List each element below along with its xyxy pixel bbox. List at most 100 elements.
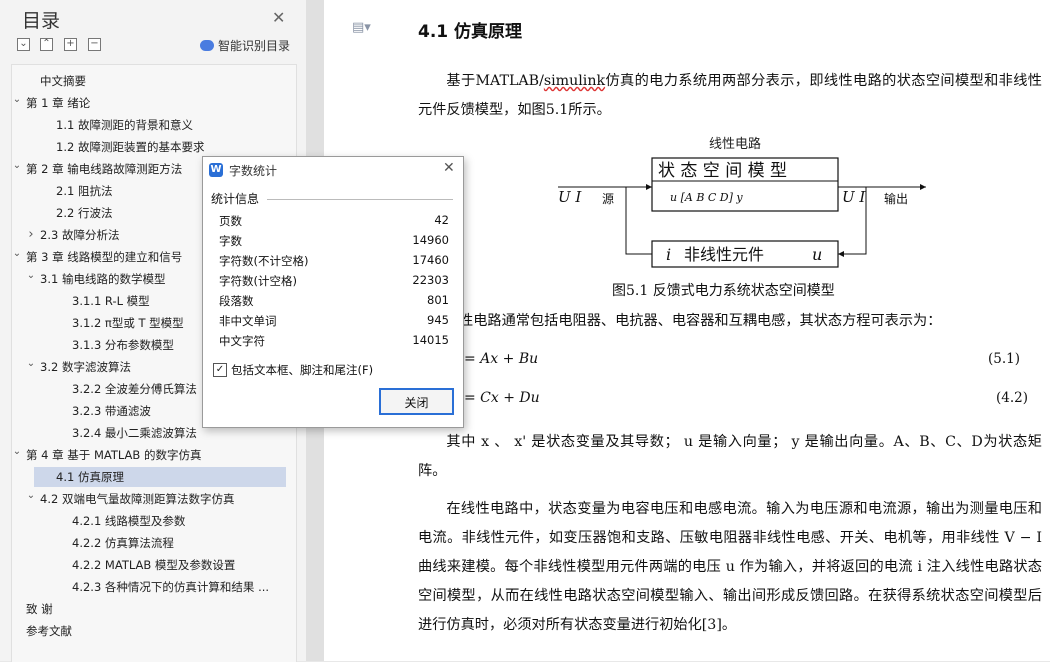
toc-item-label: 4.2.3 各种情况下的仿真计算和结果 ... (72, 580, 270, 594)
chevron-right-icon[interactable]: › (24, 225, 38, 245)
toc-item-label: 4.1 仿真原理 (56, 470, 124, 484)
diagram-input-label: U I (558, 188, 582, 206)
stat-label: 页数 (219, 214, 242, 228)
paragraph-1: 基于MATLAB/simulink仿真的电力系统用两部分表示，即线性电路的状态空… (418, 73, 1042, 118)
toc-item-label: 2.1 阻抗法 (56, 184, 113, 198)
toc-title: 目录 (22, 10, 61, 32)
dialog-title: 字数统计 (229, 164, 278, 178)
include-textbox-label: 包括文本框、脚注和尾注(F) (231, 363, 374, 377)
stat-value: 17460 (412, 253, 449, 267)
equation-1: = Ax + Bu (464, 351, 539, 367)
stat-row: 字数 14960 (219, 233, 449, 253)
stat-row: 段落数 801 (219, 293, 449, 313)
toc-item-label: 3.1.2 π型或 T 型模型 (72, 316, 184, 330)
diagram-box-sub: u [A B C D] y (670, 191, 743, 204)
stat-label: 字数 (219, 234, 242, 248)
chevron-down-icon[interactable]: ⌄ (24, 354, 38, 374)
toc-item[interactable]: 参考文献 (12, 621, 294, 641)
toc-item-label: 3.2.2 全波差分傅氏算法 (72, 382, 197, 396)
diagram-box-title: 状 态 空 间 模 型 (658, 161, 787, 181)
equation-2: = Cx + Du (464, 390, 540, 406)
toc-item[interactable]: ⌄ 4.2 双端电气量故障测距算法数字仿真 (12, 489, 294, 509)
close-button[interactable]: 关闭 (379, 388, 454, 415)
toc-item-label: 4.2.1 线路模型及参数 (72, 514, 186, 528)
document-icon[interactable]: ▤▾ (352, 20, 371, 35)
include-textbox-checkbox[interactable]: ✓ (213, 363, 227, 377)
stat-row: 中文字符 14015 (219, 333, 449, 353)
toc-item-label: 参考文献 (26, 624, 72, 638)
toc-item[interactable]: 1.2 故障测距装置的基本要求 (12, 137, 294, 157)
toc-item-label: 3.1.3 分布参数模型 (72, 338, 174, 352)
toc-item-label: 第 2 章 输电线路故障测距方法 (26, 162, 183, 176)
stat-row: 非中文单词 945 (219, 313, 449, 333)
toc-item-label: 1.2 故障测距装置的基本要求 (56, 140, 205, 154)
section-heading: 4.1 仿真原理 (418, 22, 523, 42)
smart-toc-icon (200, 40, 214, 51)
stat-value: 945 (427, 313, 449, 327)
stats-section-label: 统计信息 (211, 192, 260, 206)
stat-label: 非中文单词 (219, 314, 277, 328)
toc-item-label: 3.2.3 带通滤波 (72, 404, 151, 418)
stat-label: 字符数(不计空格) (219, 254, 309, 268)
state-space-diagram: 线性电路 状 态 空 间 模 型 u [A B C D] y U I 源 U I… (558, 136, 926, 268)
stat-value: 801 (427, 293, 449, 307)
close-icon[interactable]: ✕ (272, 8, 285, 27)
toc-item-label: 3.1.1 R-L 模型 (72, 294, 150, 308)
chevron-down-icon[interactable]: ⌄ (10, 442, 24, 462)
stat-row: 字符数(计空格) 22303 (219, 273, 449, 293)
chevron-down-icon[interactable]: ⌄ (24, 266, 38, 286)
remove-icon[interactable]: − (88, 38, 101, 51)
stat-value: 14960 (412, 233, 449, 247)
toc-item[interactable]: 1.1 故障测距的背景和意义 (12, 115, 294, 135)
add-icon[interactable]: + (64, 38, 77, 51)
stat-value: 22303 (412, 273, 449, 287)
diagram-output-suffix: 输出 (884, 191, 908, 206)
diagram-input-suffix: 源 (602, 192, 614, 206)
toc-item-label: 2.3 故障分析法 (40, 228, 120, 242)
toc-item-label: 致 谢 (26, 602, 53, 616)
stat-label: 中文字符 (219, 334, 265, 348)
stat-row: 页数 42 (219, 213, 449, 233)
paragraph-4: 在线性电路中，状态变量为电容电压和电感电流。输入为电压源和电流源，输出为测量电压… (418, 501, 1042, 633)
dialog-close-icon[interactable]: ✕ (443, 160, 455, 176)
toc-item-label: 1.1 故障测距的背景和意义 (56, 118, 193, 132)
stat-value: 42 (434, 213, 449, 227)
toc-item-label: 3.1 输电线路的数学模型 (40, 272, 166, 286)
equation-1-number: (5.1) (988, 351, 1021, 367)
figure-caption: 图5.1 反馈式电力系统状态空间模型 (612, 283, 835, 299)
toc-item-label: 4.2 双端电气量故障测距算法数字仿真 (40, 492, 235, 506)
expand-all-icon[interactable]: ⌄ (17, 38, 30, 51)
paragraph-3: 其中 x 、 x' 是状态变量及其导数； u 是输入向量； y 是输出向量。A、… (418, 434, 1042, 479)
toc-item[interactable]: ⌄ 第 4 章 基于 MATLAB 的数字仿真 (12, 445, 294, 465)
toc-item[interactable]: 中文摘要 (12, 71, 294, 91)
diagram-feedback-u: u (812, 245, 822, 264)
toc-item-label: 4.2.2 MATLAB 模型及参数设置 (72, 558, 236, 572)
diagram-feedback-text: 非线性元件 (684, 245, 764, 264)
toc-item-label: 3.2.4 最小二乘滤波算法 (72, 426, 197, 440)
chevron-down-icon[interactable]: ⌄ (10, 244, 24, 264)
toc-item-label: 4.2.2 仿真算法流程 (72, 536, 174, 550)
toc-item-label: 2.2 行波法 (56, 206, 113, 220)
toc-item-label: 第 3 章 线路模型的建立和信号 (26, 250, 183, 264)
toc-item-label: 第 4 章 基于 MATLAB 的数字仿真 (26, 448, 202, 462)
toc-item[interactable]: 4.2.2 MATLAB 模型及参数设置 (12, 555, 294, 575)
collapse-all-icon[interactable]: ⌃ (40, 38, 53, 51)
toc-item[interactable]: 4.2.2 仿真算法流程 (12, 533, 294, 553)
paragraph-2: 性电路通常包括电阻器、电抗器、电容器和互耦电感，其状态方程可表示为： (459, 313, 942, 329)
toc-item[interactable]: 4.2.3 各种情况下的仿真计算和结果 ... (12, 577, 294, 597)
word-count-dialog: W 字数统计 ✕ 统计信息 页数 42 字数 14960 字符数(不计空格) 17460 字… (202, 156, 464, 428)
diagram-feedback-i: i (666, 245, 671, 264)
toc-item[interactable]: ⌄ 第 1 章 绪论 (12, 93, 294, 113)
diagram-output-label: U I (842, 188, 866, 206)
stat-label: 字符数(计空格) (219, 274, 297, 288)
smart-toc-button[interactable]: 智能识别目录 (200, 37, 290, 54)
toc-item[interactable]: 4.1 仿真原理 (34, 467, 286, 487)
toc-item[interactable]: 4.2.1 线路模型及参数 (12, 511, 294, 531)
equation-2-number: (4.2) (996, 390, 1029, 406)
chevron-down-icon[interactable]: ⌄ (10, 156, 24, 176)
chevron-down-icon[interactable]: ⌄ (24, 486, 38, 506)
toc-item[interactable]: 致 谢 (12, 599, 294, 619)
stat-row: 字符数(不计空格) 17460 (219, 253, 449, 273)
section-divider (267, 199, 453, 200)
chevron-down-icon[interactable]: ⌄ (10, 90, 24, 110)
